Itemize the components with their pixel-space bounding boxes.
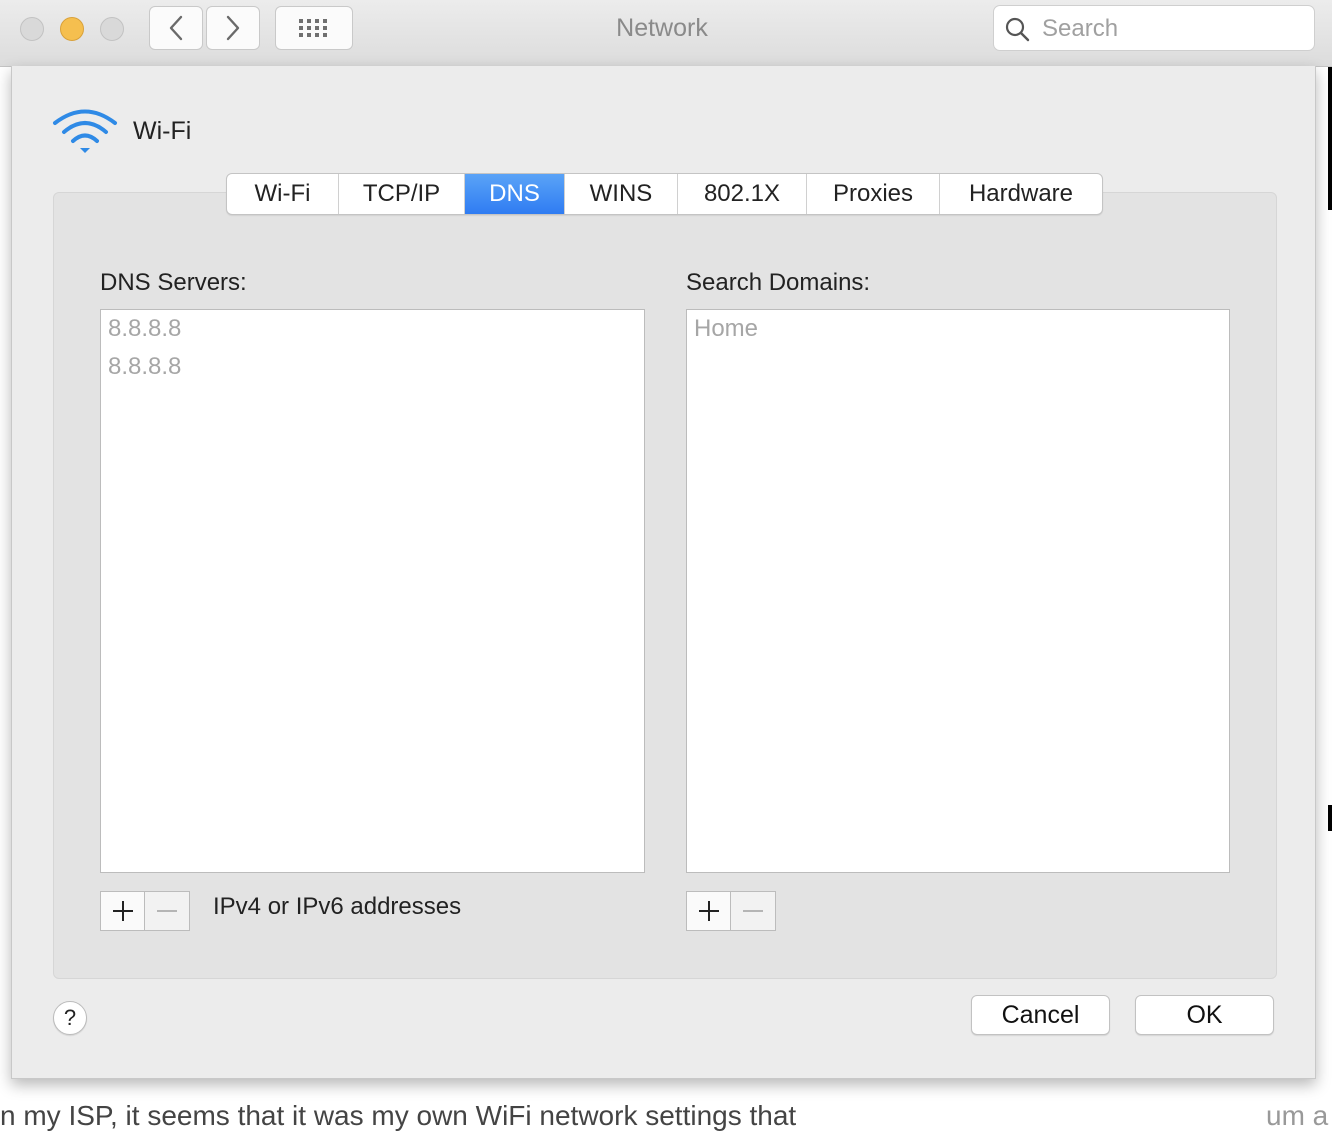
dns-servers-list[interactable]: 8.8.8.8 8.8.8.8: [100, 309, 645, 873]
title-bar: Network: [0, 0, 1332, 67]
dns-servers-add-remove: [100, 891, 190, 931]
grid-icon: [299, 19, 327, 37]
plus-icon: [112, 901, 133, 921]
remove-dns-server-button[interactable]: [145, 891, 190, 931]
forward-button[interactable]: [206, 6, 260, 50]
cancel-button[interactable]: Cancel: [971, 995, 1110, 1035]
search-input[interactable]: [1040, 12, 1304, 46]
search-domains-add-remove: [686, 891, 776, 931]
search-domains-list[interactable]: Home: [686, 309, 1230, 873]
window-title: Network: [616, 14, 708, 42]
minus-icon: [743, 910, 763, 912]
back-chevron-icon: [169, 15, 183, 41]
network-advanced-sheet: Wi-Fi DNS Servers: 8.8.8.8 8.8.8.8 IPv4 …: [11, 66, 1316, 1079]
dns-servers-label: DNS Servers:: [100, 269, 247, 296]
minimize-button[interactable]: [60, 17, 84, 41]
tab-tcpip[interactable]: TCP/IP: [339, 174, 465, 214]
back-button[interactable]: [149, 6, 203, 50]
list-item[interactable]: 8.8.8.8: [101, 310, 644, 348]
tab-wins[interactable]: WINS: [565, 174, 678, 214]
plus-icon: [698, 901, 719, 921]
window-edge: [1328, 805, 1332, 831]
zoom-button[interactable]: [100, 17, 124, 41]
tab-wifi[interactable]: Wi-Fi: [227, 174, 339, 214]
tab-bar: Wi-Fi TCP/IP DNS WINS 802.1X Proxies Har…: [226, 173, 1103, 215]
add-search-domain-button[interactable]: [686, 891, 731, 931]
forward-chevron-icon: [226, 15, 240, 41]
minus-icon: [157, 910, 177, 912]
navigation-buttons: [149, 6, 261, 51]
tab-dns[interactable]: DNS: [465, 174, 565, 214]
help-button[interactable]: ?: [53, 1001, 87, 1035]
background-page-text-right: um a: [1266, 1100, 1329, 1131]
dns-servers-hint: IPv4 or IPv6 addresses: [213, 893, 462, 920]
background-page-text: n my ISP, it seems that it was my own Wi…: [0, 1100, 797, 1131]
tab-panel: DNS Servers: 8.8.8.8 8.8.8.8 IPv4 or IPv…: [53, 192, 1277, 979]
list-item[interactable]: Home: [687, 310, 1229, 348]
list-item[interactable]: 8.8.8.8: [101, 348, 644, 386]
tab-hardware[interactable]: Hardware: [940, 174, 1102, 214]
close-button[interactable]: [20, 17, 44, 41]
interface-name: Wi-Fi: [133, 117, 192, 145]
show-all-button[interactable]: [275, 6, 353, 50]
add-dns-server-button[interactable]: [100, 891, 145, 931]
search-field[interactable]: [993, 5, 1315, 51]
wifi-icon: [53, 109, 117, 153]
tab-8021x[interactable]: 802.1X: [678, 174, 807, 214]
search-icon: [1005, 17, 1030, 42]
ok-button[interactable]: OK: [1135, 995, 1274, 1035]
tab-proxies[interactable]: Proxies: [807, 174, 940, 214]
search-domains-label: Search Domains:: [686, 269, 871, 296]
remove-search-domain-button[interactable]: [731, 891, 776, 931]
